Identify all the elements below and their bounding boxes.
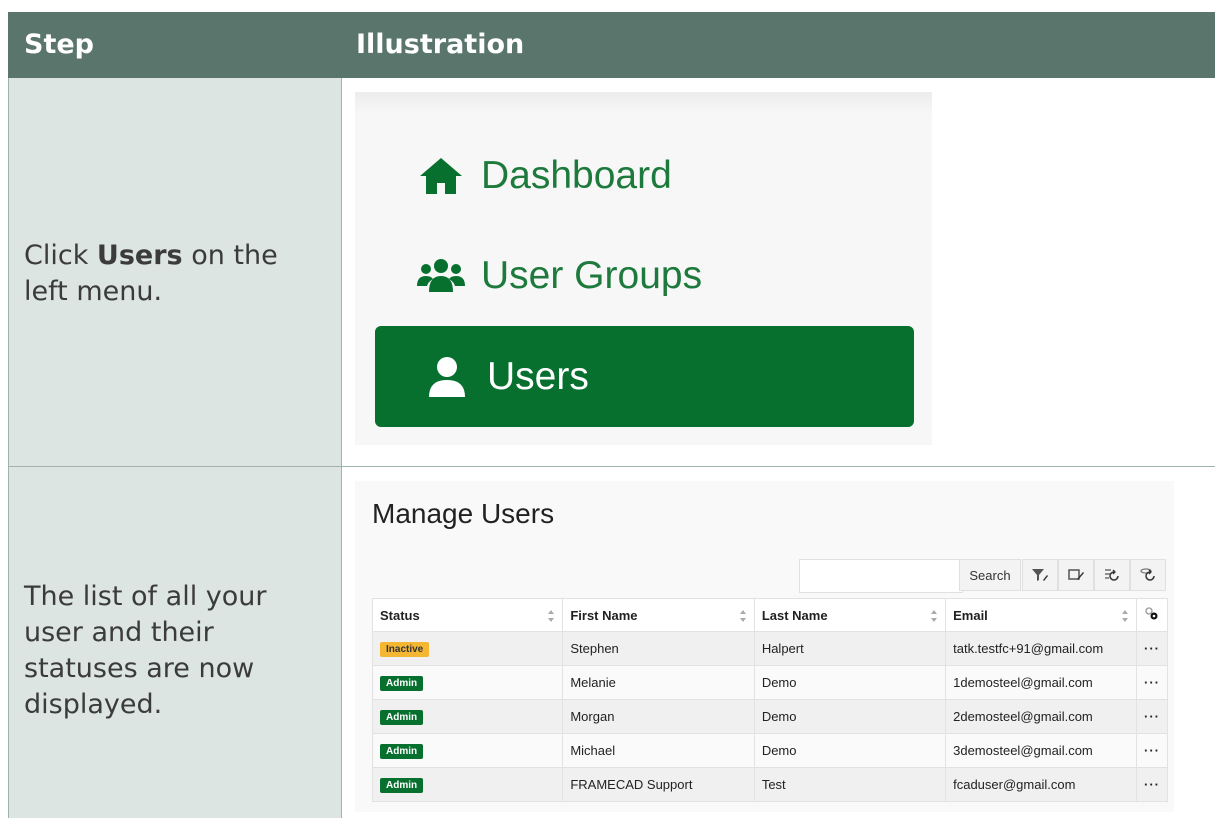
users-table: Status First Name Last Name Email Inacti… <box>371 598 1169 802</box>
row-divider <box>8 466 1215 467</box>
header-step: Step <box>24 29 94 60</box>
search-button[interactable]: Search <box>959 559 1021 591</box>
table-row[interactable]: Admin FRAMECAD Support Test fcaduser@gma… <box>371 767 1169 802</box>
home-icon <box>415 154 467 198</box>
step-2-text: The list of all your user and their stat… <box>24 581 267 720</box>
menu-item-users[interactable]: Users <box>375 326 914 427</box>
last-name-cell: Demo <box>753 665 947 700</box>
left-menu-screenshot: Dashboard User Groups Users <box>355 92 932 445</box>
sort-icon <box>548 610 555 622</box>
column-label: Status <box>380 607 420 623</box>
status-cell: Admin <box>371 699 564 734</box>
filter-icon[interactable] <box>1022 559 1058 591</box>
gear-icon <box>1145 606 1158 619</box>
status-badge: Inactive <box>380 642 430 657</box>
column-label: Last Name <box>761 607 828 623</box>
email-cell: 2demosteel@gmail.com <box>945 699 1137 734</box>
sort-icon <box>931 610 938 622</box>
column-header-last-name[interactable]: Last Name <box>753 598 947 632</box>
table-header: Step Illustration <box>8 12 1215 78</box>
status-cell: Inactive <box>371 631 564 666</box>
last-name-cell: Demo <box>753 699 947 734</box>
status-cell: Admin <box>371 767 564 802</box>
last-name-cell: Halpert <box>753 631 947 666</box>
table-row[interactable]: Inactive Stephen Halpert tatk.testfc+91@… <box>371 631 1169 666</box>
status-cell: Admin <box>371 733 564 768</box>
edit-filter-icon[interactable] <box>1058 559 1094 591</box>
header-illustration: Illustration <box>356 29 525 60</box>
first-name-cell: FRAMECAD Support <box>562 767 755 802</box>
row-actions-button[interactable]: ··· <box>1135 631 1169 666</box>
row-actions-button[interactable]: ··· <box>1135 767 1169 802</box>
status-badge: Admin <box>380 744 424 759</box>
email-cell: fcaduser@gmail.com <box>945 767 1137 802</box>
page-title: Manage Users <box>372 498 555 529</box>
row-actions-button[interactable]: ··· <box>1135 733 1169 768</box>
column-label: Email <box>953 607 988 623</box>
user-icon <box>421 355 473 399</box>
email-cell: 1demosteel@gmail.com <box>945 665 1137 700</box>
column-header-first-name[interactable]: First Name <box>562 598 755 632</box>
column-label: First Name <box>570 607 638 623</box>
table-row[interactable]: Admin Michael Demo 3demosteel@gmail.com … <box>371 733 1169 768</box>
sort-icon <box>739 610 746 622</box>
first-name-cell: Stephen <box>562 631 755 666</box>
first-name-cell: Melanie <box>562 665 755 700</box>
column-settings[interactable] <box>1135 598 1169 632</box>
menu-item-user-groups[interactable]: User Groups <box>415 254 702 298</box>
last-name-cell: Test <box>753 767 947 802</box>
menu-item-dashboard[interactable]: Dashboard <box>415 154 672 198</box>
manage-users-screenshot: Manage Users Search Status First Name La… <box>355 481 1174 812</box>
last-name-cell: Demo <box>753 733 947 768</box>
column-header-status[interactable]: Status <box>371 598 564 632</box>
step-1-bold: Users <box>96 240 183 271</box>
reset-sort-icon[interactable] <box>1094 559 1130 591</box>
table-border <box>8 78 9 818</box>
table-header-row: Status First Name Last Name Email <box>371 598 1169 632</box>
email-cell: 3demosteel@gmail.com <box>945 733 1137 768</box>
column-header-email[interactable]: Email <box>945 598 1137 632</box>
refresh-icon[interactable] <box>1130 559 1166 591</box>
user-groups-icon <box>415 254 467 298</box>
search-input[interactable] <box>799 559 963 593</box>
status-badge: Admin <box>380 676 424 691</box>
menu-item-label: Users <box>487 354 589 398</box>
menu-item-label: Dashboard <box>481 154 672 197</box>
table-row[interactable]: Admin Morgan Demo 2demosteel@gmail.com ·… <box>371 699 1169 734</box>
row-actions-button[interactable]: ··· <box>1135 699 1169 734</box>
table-row[interactable]: Admin Melanie Demo 1demosteel@gmail.com … <box>371 665 1169 700</box>
step-1-text: Click Users on the left menu. <box>24 238 324 310</box>
first-name-cell: Michael <box>562 733 755 768</box>
status-cell: Admin <box>371 665 564 700</box>
step-1-prefix: Click <box>24 240 97 271</box>
first-name-cell: Morgan <box>562 699 755 734</box>
row-actions-button[interactable]: ··· <box>1135 665 1169 700</box>
menu-item-label: User Groups <box>481 254 703 297</box>
email-cell: tatk.testfc+91@gmail.com <box>945 631 1137 666</box>
status-badge: Admin <box>380 710 424 725</box>
status-badge: Admin <box>380 778 424 793</box>
sort-icon <box>1121 610 1128 622</box>
